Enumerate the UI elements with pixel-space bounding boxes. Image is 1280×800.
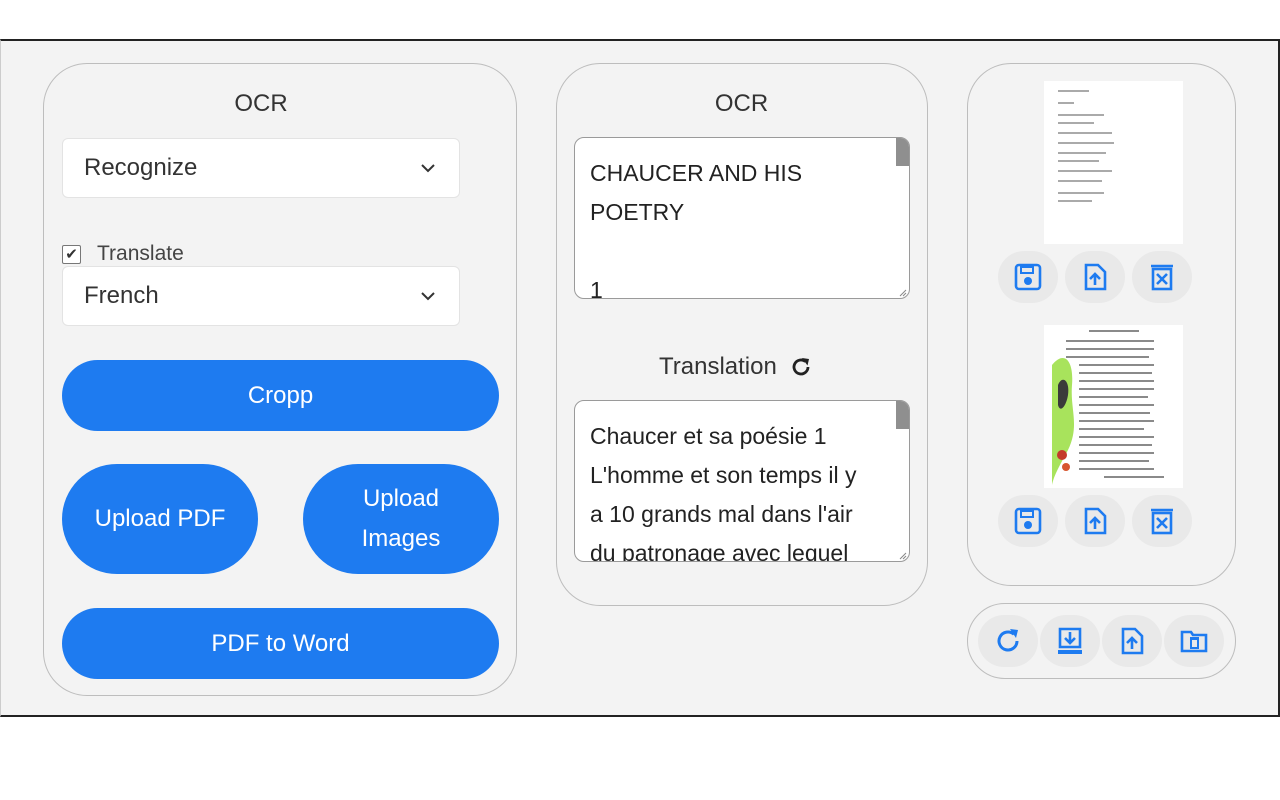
translation-heading: Translation bbox=[659, 353, 777, 380]
upload-all-button[interactable] bbox=[1102, 615, 1162, 667]
upload-page-button[interactable] bbox=[1065, 495, 1125, 547]
translation-textarea[interactable]: Chaucer et sa poésie 1 L'homme et son te… bbox=[574, 400, 910, 562]
mode-select-value: Recognize bbox=[84, 154, 198, 181]
resize-handle-icon[interactable] bbox=[897, 550, 907, 560]
upload-page-button[interactable] bbox=[1065, 251, 1125, 303]
delete-page-button[interactable] bbox=[1132, 251, 1192, 303]
translation-heading-row: Translation bbox=[659, 353, 813, 381]
folder-delete-icon bbox=[1180, 630, 1208, 653]
translation-text: Chaucer et sa poésie 1 L'homme et son te… bbox=[590, 423, 857, 562]
pdf-to-word-button[interactable]: PDF to Word bbox=[62, 608, 499, 679]
refresh-icon bbox=[997, 629, 1019, 652]
document-preview-icon bbox=[1058, 90, 1114, 202]
save-icon bbox=[1014, 507, 1042, 535]
translate-checkbox-row[interactable]: ✔ Translate bbox=[62, 242, 184, 266]
language-select-value: French bbox=[84, 282, 159, 309]
delete-page-button[interactable] bbox=[1132, 495, 1192, 547]
save-page-button[interactable] bbox=[998, 495, 1058, 547]
pages-panel bbox=[967, 63, 1236, 586]
ocr-textarea[interactable]: CHAUCER AND HIS POETRY 1 bbox=[574, 137, 910, 299]
translate-checkbox[interactable]: ✔ bbox=[62, 244, 81, 264]
upload-images-button[interactable]: Upload Images bbox=[303, 464, 499, 574]
scrollbar[interactable] bbox=[896, 138, 909, 166]
cropp-button[interactable]: Cropp bbox=[62, 360, 499, 431]
chevron-down-icon bbox=[421, 292, 435, 301]
upload-images-label-line1: Upload bbox=[362, 485, 440, 512]
upload-pdf-button[interactable]: Upload PDF bbox=[62, 464, 258, 574]
refresh-all-button[interactable] bbox=[978, 615, 1038, 667]
panel-heading: OCR bbox=[234, 90, 288, 117]
ocr-controls-panel: OCR Recognize ✔ Translate French Cropp U… bbox=[43, 63, 517, 696]
delete-icon bbox=[1151, 264, 1173, 291]
upload-images-label-line2: Images bbox=[361, 525, 441, 552]
upload-icon bbox=[1084, 507, 1107, 535]
scrollbar[interactable] bbox=[896, 401, 909, 429]
ocr-result-panel: OCR CHAUCER AND HIS POETRY 1 Translation… bbox=[556, 63, 928, 606]
delete-icon bbox=[1151, 508, 1173, 535]
resize-handle-icon[interactable] bbox=[897, 287, 907, 297]
panel-heading: OCR bbox=[714, 90, 769, 117]
language-select[interactable]: French bbox=[62, 266, 460, 326]
chevron-down-icon bbox=[421, 164, 435, 173]
download-icon bbox=[1058, 627, 1082, 654]
page-thumbnail-1[interactable] bbox=[1044, 81, 1183, 244]
document-preview-icon bbox=[1052, 330, 1164, 485]
upload-icon bbox=[1121, 627, 1144, 655]
upload-icon bbox=[1084, 263, 1107, 291]
refresh-icon[interactable] bbox=[789, 355, 813, 379]
save-page-button[interactable] bbox=[998, 251, 1058, 303]
download-all-button[interactable] bbox=[1040, 615, 1100, 667]
ocr-text: CHAUCER AND HIS POETRY 1 bbox=[590, 160, 803, 299]
delete-all-button[interactable] bbox=[1164, 615, 1224, 667]
page-thumbnail-2[interactable] bbox=[1044, 325, 1183, 488]
save-icon bbox=[1014, 263, 1042, 291]
global-toolbar bbox=[967, 603, 1236, 679]
mode-select[interactable]: Recognize bbox=[62, 138, 460, 198]
app-window: OCR Recognize ✔ Translate French Cropp U… bbox=[0, 39, 1280, 717]
translate-label: Translate bbox=[97, 242, 184, 265]
